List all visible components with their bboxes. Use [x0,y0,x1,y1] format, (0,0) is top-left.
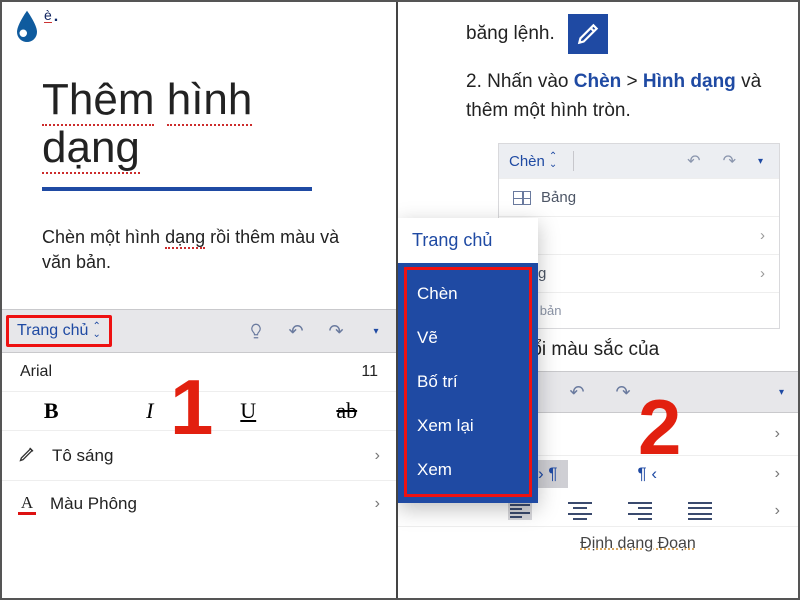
undo-icon[interactable]: ↶ [681,151,706,171]
more-dropdown-icon[interactable]: ▾ [779,387,784,398]
document-title: Thêm hình dạng [42,76,356,191]
chevron-right-icon: › [775,425,780,443]
insert-tab[interactable]: Chèn ⌃⌄ [509,153,557,170]
redo-icon[interactable]: ↷ [600,382,646,403]
chevron-right-icon: › [375,447,380,465]
ribbon-toolbar: Trang chủ ⌃⌄ ↶ ↷ ▾ [2,309,396,353]
paragraph-format-label: Định dạng Đoạn [398,526,798,553]
underline-button[interactable]: U [199,398,298,424]
italic-button[interactable]: I [101,398,200,424]
dropdown-item-insert[interactable]: Chèn [407,272,529,316]
ribbon-tab-dropdown: Trang chủ Chèn Vẽ Bố trí Xem lại Xem [398,218,538,503]
redo-icon[interactable]: ↷ [316,321,356,342]
insert-ribbon: Chèn ⌃⌄ ↶ ↷ ▾ Bảng ảnh › dạng › [498,143,780,329]
chevron-right-icon: › [760,265,765,282]
insert-shape-row[interactable]: dạng › [499,254,779,292]
chevron-right-icon: › [375,495,380,513]
format-row: B I U ab [2,392,396,431]
insert-table-row[interactable]: Bảng [499,178,779,216]
align-right-icon[interactable] [628,502,652,520]
align-left-icon[interactable] [508,502,532,520]
redo-icon[interactable]: ↷ [717,151,742,171]
logo-dot: . [54,8,58,26]
insert-image-row[interactable]: ảnh › [499,216,779,254]
bold-button[interactable]: B [2,398,101,424]
highlight-row[interactable]: Tô sáng › [2,431,396,481]
dropdown-item-view[interactable]: Xem [407,448,529,492]
dropdown-head[interactable]: Trang chủ [398,218,538,263]
water-drop-icon [12,8,42,46]
strike-button[interactable]: ab [298,398,397,424]
dropdown-highlighted-group: Chèn Vẽ Bố trí Xem lại Xem [404,267,532,497]
pen-icon [18,443,38,468]
highlight-label: Tô sáng [52,446,113,466]
chevron-right-icon: › [760,227,765,244]
insert-text-row[interactable]: Văn bản [499,292,779,328]
edit-pen-square-icon [568,14,608,54]
logo-text: è [44,8,52,23]
fontcolor-row[interactable]: A Màu Phông › [2,481,396,527]
font-name: Arial [20,363,52,381]
pilcrow-ltr-button[interactable]: ¶ ‹ [628,460,668,488]
title-underline [42,187,312,191]
logo-row: è. [2,2,396,46]
font-row[interactable]: Arial 11 [2,353,396,392]
screenshot-step-1: è. Thêm hình dạng Chèn một hình dạng rồi… [2,2,398,598]
document-body: Thêm hình dạng Chèn một hình dạng rồi th… [2,46,396,285]
ribbon-tab-label: Trang chủ [17,322,88,340]
chevron-right-icon: › [775,502,780,520]
ribbon-tab-home[interactable]: Trang chủ ⌃⌄ [6,315,112,347]
screenshot-step-2: băng lệnh. 2. Nhấn vào Chèn > Hình dạng … [398,2,798,598]
lightbulb-icon[interactable] [236,322,276,340]
chevron-updown-icon: ⌃⌄ [549,153,557,169]
undo-icon[interactable]: ↶ [276,321,316,342]
document-subtitle: Chèn một hình dạng rồi thêm màu và văn b… [42,225,356,275]
fontcolor-label: Màu Phông [50,494,137,514]
dropdown-item-draw[interactable]: Vẽ [407,316,529,360]
undo-icon[interactable]: ↶ [554,382,600,403]
chevron-right-icon: › [775,465,780,483]
chevron-updown-icon: ⌃⌄ [92,323,100,339]
font-size: 11 [361,363,378,381]
font-color-icon: A [18,493,36,515]
dropdown-item-review[interactable]: Xem lại [407,404,529,448]
table-icon [513,191,531,205]
align-justify-icon[interactable] [688,502,712,520]
align-center-icon[interactable] [568,502,592,520]
dropdown-item-layout[interactable]: Bố trí [407,360,529,404]
instruction-text: băng lệnh. 2. Nhấn vào Chèn > Hình dạng … [398,2,798,125]
more-icon[interactable]: ▾ [752,156,769,167]
more-dropdown-icon[interactable]: ▾ [356,326,396,337]
